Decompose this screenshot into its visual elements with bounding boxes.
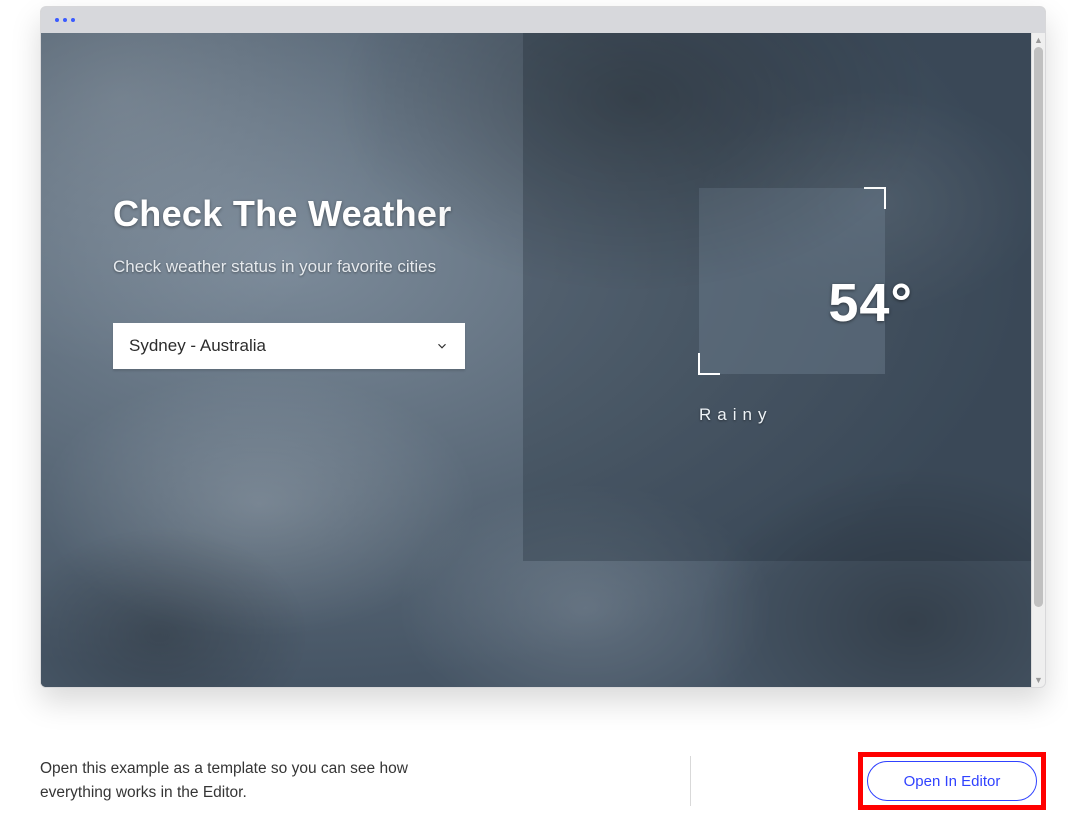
preview-frame: Check The Weather Check weather status i…: [40, 6, 1046, 688]
divider: [690, 756, 691, 806]
window-dot: [55, 18, 59, 22]
temperature-card: 54°: [699, 188, 885, 374]
scroll-thumb[interactable]: [1034, 47, 1043, 607]
page-subtitle: Check weather status in your favorite ci…: [113, 257, 463, 277]
scroll-down-icon[interactable]: ▼: [1032, 673, 1045, 687]
corner-decor: [864, 187, 886, 209]
weather-stage: Check The Weather Check weather status i…: [41, 33, 1031, 687]
temperature-value: 54°: [828, 272, 913, 334]
city-select[interactable]: Sydney - Australia: [113, 323, 465, 369]
footer-help-text: Open this example as a template so you c…: [40, 757, 480, 805]
open-in-editor-button[interactable]: Open In Editor: [867, 761, 1037, 801]
window-dot: [71, 18, 75, 22]
cta-highlight: Open In Editor: [858, 752, 1046, 810]
chevron-down-icon: [435, 339, 449, 353]
scroll-up-icon[interactable]: ▲: [1032, 33, 1045, 47]
corner-decor: [698, 353, 720, 375]
page-title: Check The Weather: [113, 193, 452, 235]
preview-viewport: Check The Weather Check weather status i…: [41, 33, 1045, 687]
vertical-scrollbar[interactable]: ▲ ▼: [1031, 33, 1045, 687]
weather-condition: Rainy: [699, 405, 885, 425]
window-dot: [63, 18, 67, 22]
city-select-value: Sydney - Australia: [129, 336, 435, 356]
window-title-bar: [41, 7, 1045, 33]
